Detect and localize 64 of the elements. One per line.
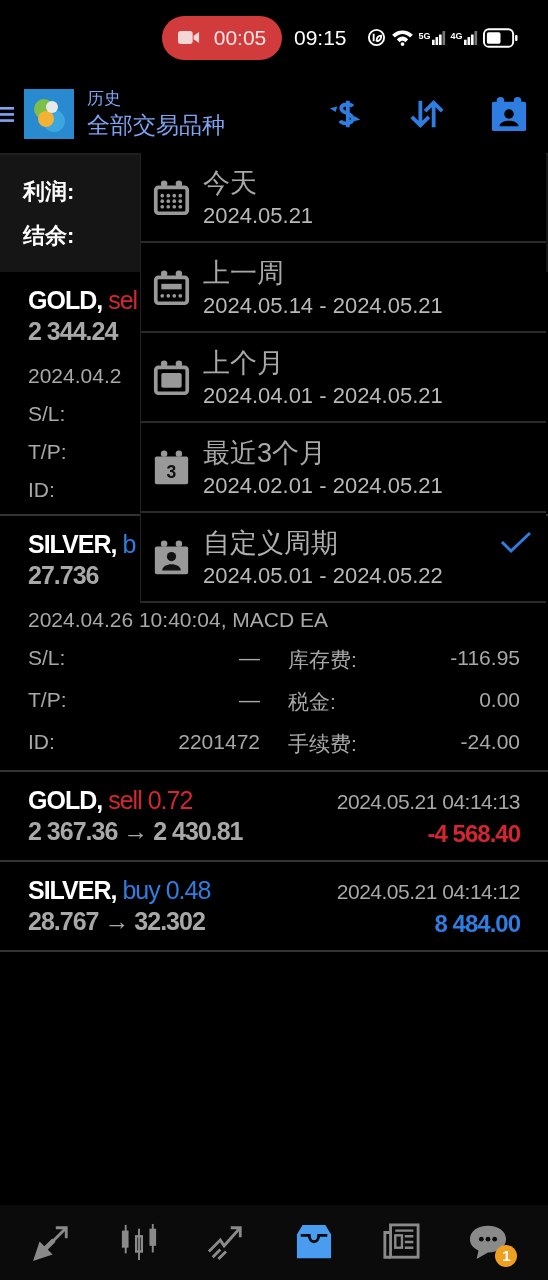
period-option[interactable]: 上个月 2024.04.01 - 2024.05.21	[141, 333, 546, 423]
trade-profit: -4 568.40	[427, 820, 520, 848]
menu-icon[interactable]	[0, 104, 14, 124]
notification-badge: 1	[495, 1244, 518, 1267]
period-option[interactable]: 自定义周期 2024.05.01 - 2024.05.22	[141, 513, 546, 603]
wifi-icon	[390, 29, 414, 46]
fee-label: 税金:	[288, 690, 336, 713]
trade-order: b	[122, 530, 136, 559]
field-label: S/L:	[28, 646, 67, 671]
trade-order: buy 0.48	[122, 876, 211, 905]
signal-icon	[431, 30, 446, 45]
trade-symbol: SILVER,	[28, 876, 117, 905]
field-label: T/P:	[28, 688, 68, 713]
field-label: S/L:	[28, 402, 67, 426]
candlestick-icon	[120, 1222, 158, 1261]
symbol-filter-title[interactable]: 全部交易品种	[87, 110, 225, 141]
signal-icon	[463, 30, 478, 45]
period-option[interactable]: 上一周 2024.05.14 - 2024.05.21	[141, 243, 546, 333]
field-label: ID:	[28, 478, 56, 502]
leaf-icon	[366, 28, 386, 47]
camera-icon	[177, 30, 200, 45]
recording-indicator[interactable]: 00:05	[162, 15, 282, 60]
trade-symbol: GOLD,	[28, 786, 103, 815]
trade-time: 2024.05.21 04:14:13	[336, 790, 520, 814]
trade-prices: 2 367.36 → 2 430.81	[28, 817, 243, 846]
calendar-icon	[153, 358, 190, 396]
battery-icon	[482, 27, 518, 48]
fee-label: 手续费:	[288, 732, 357, 755]
trade-comment: 2024.04.26 10:40:04, MACD EA	[28, 608, 329, 632]
newspaper-icon	[381, 1222, 420, 1261]
fee-value: -116.95	[450, 646, 520, 669]
trade-prices: 27.736	[28, 561, 100, 590]
summary-label: 利润:	[23, 177, 75, 206]
screen-subtitle: 历史	[87, 88, 122, 110]
trade-order: sel	[108, 286, 138, 315]
fee-label: 库存费:	[288, 648, 357, 671]
app-logo-icon	[24, 89, 74, 139]
inbox-icon	[294, 1222, 333, 1261]
field-value: 2201472	[178, 730, 260, 753]
trade-profit: 8 484.00	[434, 910, 520, 938]
calendar-icon	[153, 178, 190, 216]
network-label: 5G	[418, 30, 431, 41]
calendar-person-icon	[153, 538, 190, 576]
fee-value: 0.00	[479, 688, 520, 711]
clock-time: 09:15	[294, 25, 347, 50]
summary-label: 结余:	[23, 221, 75, 250]
checkmark-icon	[500, 530, 532, 554]
period-option[interactable]: 今天 2024.05.21	[141, 153, 546, 243]
calendar-icon	[153, 268, 190, 306]
recording-time: 00:05	[213, 25, 267, 50]
calendar-person-icon[interactable]	[490, 95, 528, 133]
trade-time: 2024.05.21 04:14:12	[336, 880, 520, 904]
field-value: —	[239, 688, 260, 711]
field-value: —	[239, 646, 260, 669]
network-label: 4G	[450, 30, 463, 41]
field-label: ID:	[28, 730, 56, 755]
trade-order: sell 0.72	[108, 786, 193, 815]
field-label: T/P:	[28, 440, 68, 464]
trade-comment: 2024.04.2	[28, 364, 122, 388]
trade-symbol: SILVER,	[28, 530, 117, 559]
trade-symbol: GOLD,	[28, 286, 103, 315]
fee-value: -24.00	[460, 730, 520, 753]
trade-prices: 2 344.24	[28, 317, 119, 346]
trade-prices: 28.767 → 32.302	[28, 907, 206, 936]
